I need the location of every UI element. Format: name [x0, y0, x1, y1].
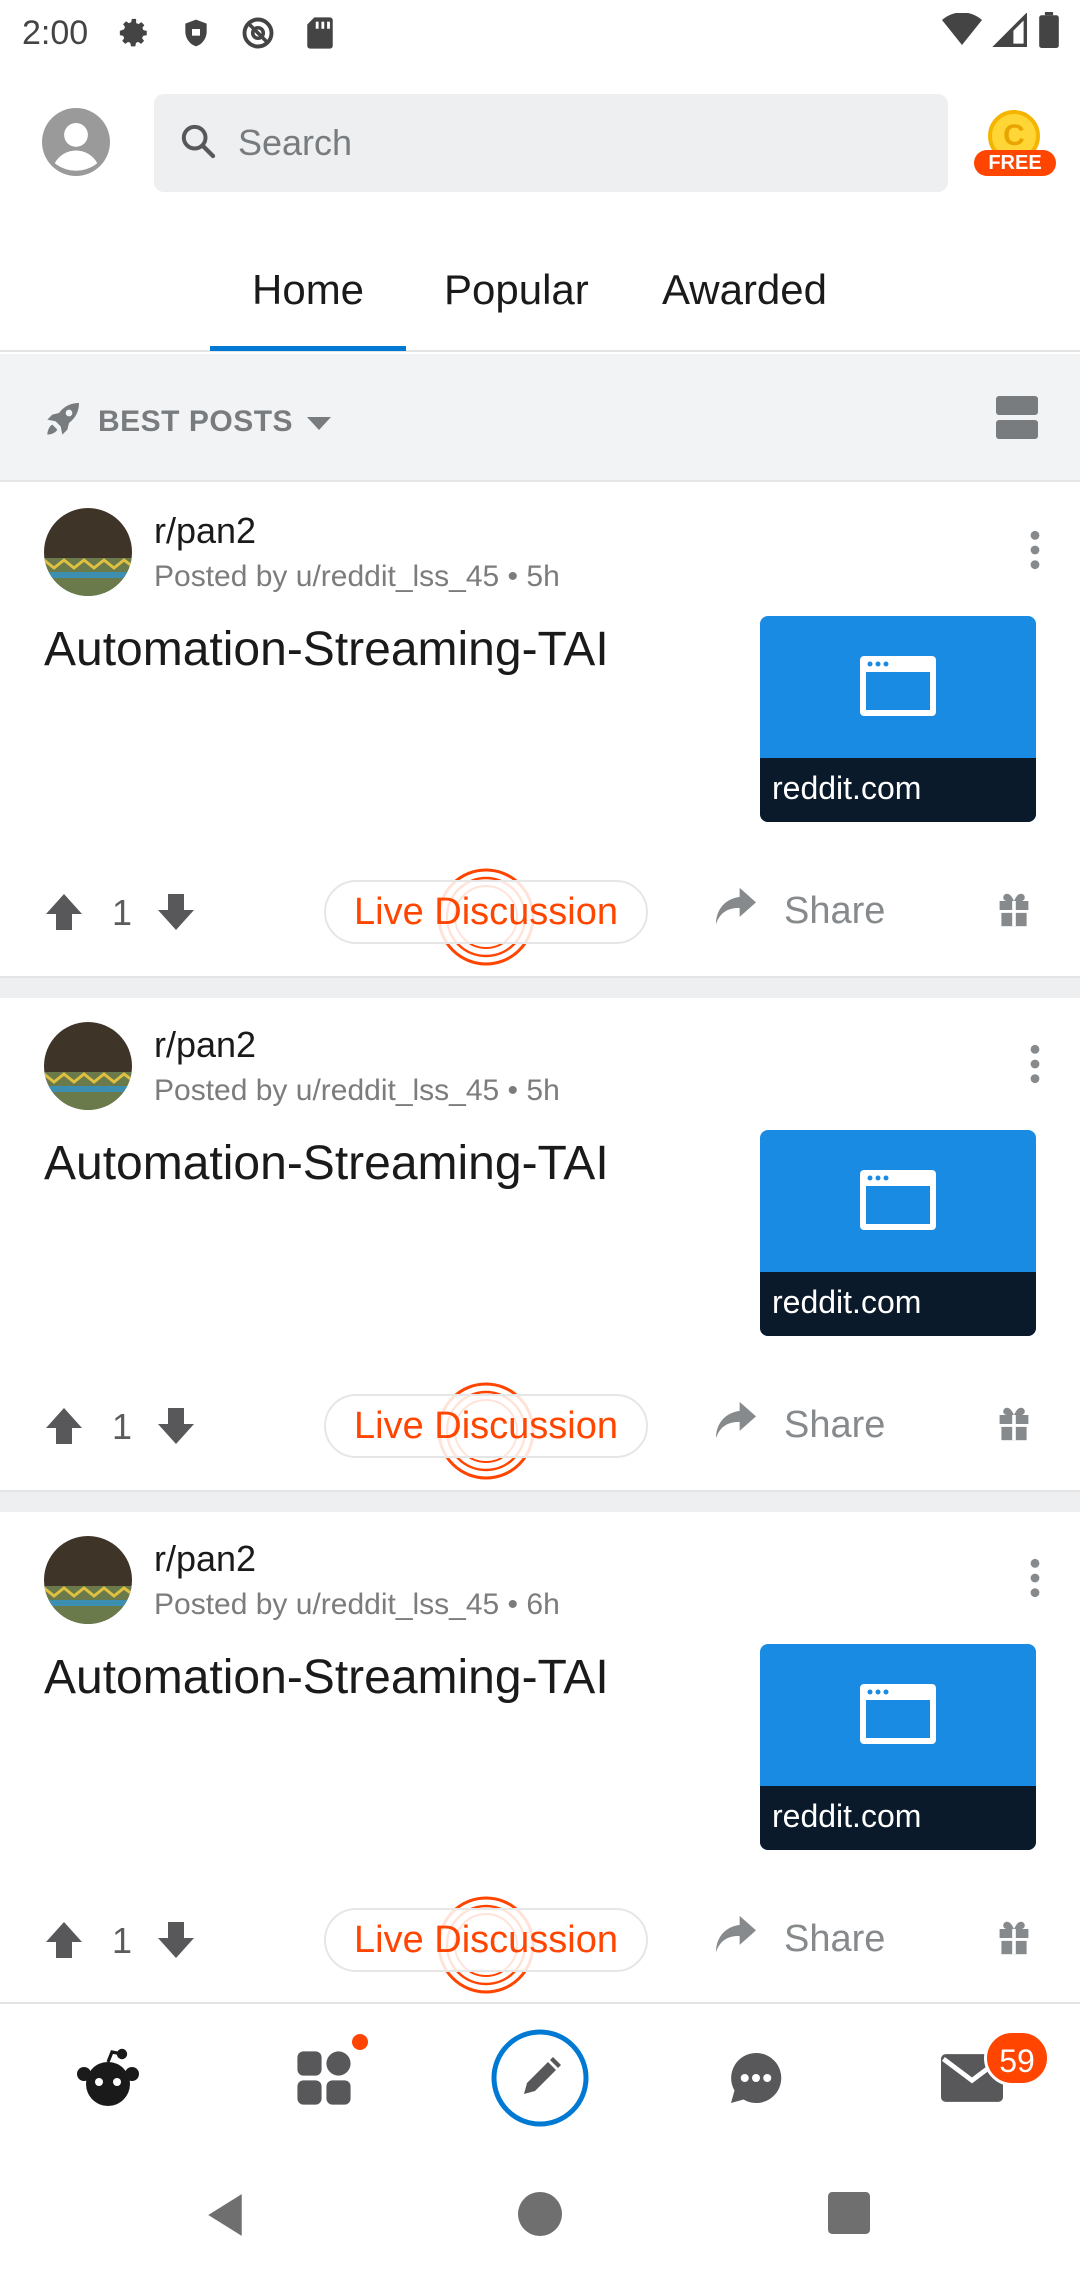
post-meta: Posted by u/reddit_lss_45 • 6h [154, 1588, 560, 1621]
chat-icon[interactable] [720, 2042, 792, 2114]
gift-award-icon[interactable] [996, 892, 1032, 928]
create-post-icon[interactable] [491, 2029, 589, 2127]
vote-score: 1 [112, 1920, 133, 1961]
upvote-icon[interactable] [44, 1920, 84, 1960]
sort-bar: BEST POSTS [0, 354, 1080, 482]
gift-award-icon[interactable] [996, 1406, 1032, 1442]
link-thumbnail[interactable]: reddit.com [760, 616, 1036, 822]
at-sign-icon [240, 15, 276, 51]
post-title[interactable]: Automation-Streaming-TAI [44, 1650, 724, 1705]
sort-label: BEST POSTS [98, 405, 294, 438]
live-discussion-button[interactable]: Live Discussion [324, 1908, 648, 1972]
link-domain: reddit.com [760, 1272, 1036, 1336]
status-bar: 2:00 [0, 0, 1080, 66]
downvote-icon[interactable] [156, 1920, 196, 1960]
tab-popular[interactable]: Popular [444, 266, 589, 314]
subreddit-avatar[interactable] [44, 508, 132, 596]
more-options-icon[interactable] [1020, 1042, 1050, 1086]
more-options-icon[interactable] [1020, 1556, 1050, 1600]
post-title[interactable]: Automation-Streaming-TAI [44, 1136, 724, 1191]
search-icon [178, 121, 218, 166]
downvote-icon[interactable] [156, 892, 196, 932]
free-coins-button[interactable]: C FREE [972, 110, 1058, 190]
vote-score: 1 [112, 1406, 133, 1447]
vote-score: 1 [112, 892, 133, 933]
communities-icon[interactable] [288, 2034, 368, 2114]
post-card[interactable]: r/pan2 Posted by u/reddit_lss_45 • 5h Au… [0, 484, 1080, 976]
post-separator [0, 1490, 1080, 1512]
link-domain: reddit.com [760, 1786, 1036, 1850]
upvote-icon[interactable] [44, 892, 84, 932]
link-thumbnail[interactable]: reddit.com [760, 1130, 1036, 1336]
sd-card-icon [302, 15, 338, 51]
feed-tabs: Home Popular Awarded [0, 246, 1080, 352]
post-separator [0, 976, 1080, 998]
inbox-badge: 59 [984, 2030, 1050, 2086]
share-button[interactable]: Share [714, 886, 885, 936]
post-actions: 1 Live Discussion Share [0, 1890, 1080, 1994]
link-thumbnail[interactable]: reddit.com [760, 1644, 1036, 1850]
chevron-down-icon [307, 405, 332, 439]
wifi-icon [942, 12, 982, 52]
browser-window-icon [860, 1170, 936, 1230]
share-arrow-icon [714, 1914, 758, 1964]
share-arrow-icon [714, 886, 758, 936]
browser-window-icon [860, 656, 936, 716]
gift-award-icon[interactable] [996, 1920, 1032, 1956]
home-icon[interactable] [72, 2042, 144, 2114]
subreddit-avatar[interactable] [44, 1536, 132, 1624]
tab-home[interactable]: Home [209, 266, 407, 351]
post-meta: Posted by u/reddit_lss_45 • 5h [154, 1074, 560, 1107]
subreddit-name[interactable]: r/pan2 [154, 1024, 256, 1066]
free-badge: FREE [974, 150, 1056, 176]
profile-avatar-button[interactable] [42, 108, 110, 176]
search-input[interactable] [238, 122, 918, 164]
search-bar[interactable] [154, 94, 948, 192]
share-button[interactable]: Share [714, 1400, 885, 1450]
link-domain: reddit.com [760, 758, 1036, 822]
subreddit-name[interactable]: r/pan2 [154, 1538, 256, 1580]
bottom-nav: 59 [0, 2002, 1080, 2150]
home-circle-icon[interactable] [518, 2192, 562, 2241]
post-card[interactable]: r/pan2 Posted by u/reddit_lss_45 • 6h Au… [0, 1512, 1080, 2004]
shield-icon [178, 15, 214, 51]
post-title[interactable]: Automation-Streaming-TAI [44, 622, 724, 677]
downvote-icon[interactable] [156, 1406, 196, 1446]
battery-icon [1038, 12, 1060, 53]
tab-awarded[interactable]: Awarded [662, 266, 827, 314]
share-label: Share [784, 1917, 886, 1960]
browser-window-icon [860, 1684, 936, 1744]
post-card[interactable]: r/pan2 Posted by u/reddit_lss_45 • 5h Au… [0, 998, 1080, 1490]
sort-dropdown[interactable]: BEST POSTS [44, 398, 332, 446]
back-icon[interactable] [204, 2192, 246, 2243]
rocket-icon [44, 398, 84, 446]
app-header: C FREE [0, 66, 1080, 221]
subreddit-name[interactable]: r/pan2 [154, 510, 256, 552]
share-arrow-icon [714, 1400, 758, 1450]
live-discussion-button[interactable]: Live Discussion [324, 1394, 648, 1458]
signal-icon [992, 12, 1028, 52]
post-meta: Posted by u/reddit_lss_45 • 5h [154, 560, 560, 593]
share-label: Share [784, 1403, 886, 1446]
post-actions: 1 Live Discussion Share [0, 862, 1080, 966]
view-layout-icon[interactable] [996, 396, 1038, 440]
recents-icon[interactable] [828, 2192, 870, 2239]
upvote-icon[interactable] [44, 1406, 84, 1446]
more-options-icon[interactable] [1020, 528, 1050, 572]
share-label: Share [784, 889, 886, 932]
communities-notification-dot [352, 2034, 368, 2050]
settings-icon [116, 15, 152, 51]
status-time: 2:00 [22, 13, 89, 52]
post-actions: 1 Live Discussion Share [0, 1376, 1080, 1480]
system-nav-bar [0, 2150, 1080, 2280]
live-discussion-button[interactable]: Live Discussion [324, 880, 648, 944]
subreddit-avatar[interactable] [44, 1022, 132, 1110]
share-button[interactable]: Share [714, 1914, 885, 1964]
